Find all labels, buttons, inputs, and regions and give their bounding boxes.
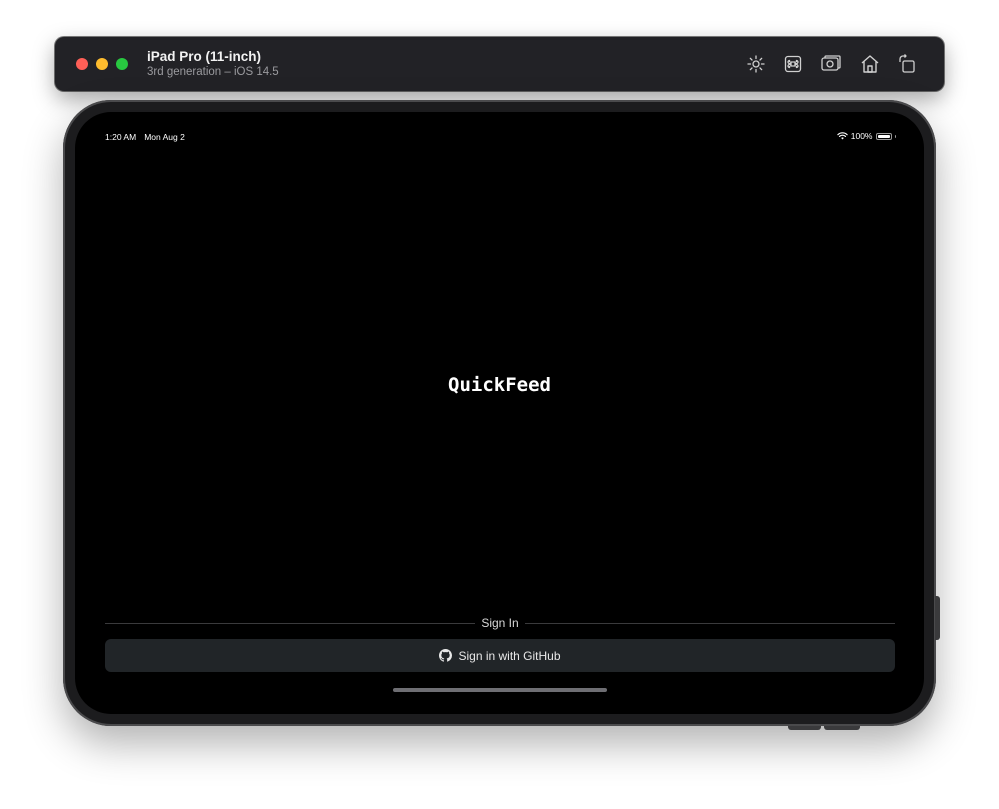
device-screen: 1:20 AM Mon Aug 2 100% QuickFeed Sign In … <box>75 112 924 714</box>
status-date: Mon Aug 2 <box>144 132 185 142</box>
wifi-icon <box>837 132 848 140</box>
app-title: QuickFeed <box>448 374 551 396</box>
battery-icon <box>875 132 892 140</box>
close-window-button[interactable] <box>76 58 88 70</box>
sign-in-button-label: Sign in with GitHub <box>458 648 561 663</box>
status-time: 1:20 AM <box>105 132 137 142</box>
github-icon <box>439 649 453 662</box>
sign-in-with-github-button[interactable]: Sign in with GitHub <box>105 639 895 672</box>
window-title: iPad Pro (11-inch) <box>147 49 262 64</box>
screenshot-icon[interactable] <box>819 52 843 76</box>
window-subtitle: 3rd generation – iOS 14.5 <box>147 66 279 78</box>
volume-down-button[interactable] <box>824 726 860 730</box>
volume-up-button[interactable] <box>788 726 821 730</box>
battery-percentage: 100% <box>850 131 873 141</box>
simulator-title-bar: iPad Pro (11-inch) 3rd generation – iOS … <box>55 37 944 91</box>
zoom-window-button[interactable] <box>116 58 128 70</box>
home-indicator[interactable] <box>393 688 607 692</box>
home-icon[interactable] <box>858 52 882 76</box>
rotate-icon[interactable] <box>895 52 919 76</box>
status-bar-left: 1:20 AM Mon Aug 2 <box>105 132 193 142</box>
status-bar-right: 100% <box>837 131 896 141</box>
brightness-icon[interactable] <box>744 52 768 76</box>
command-icon[interactable] <box>781 52 805 76</box>
side-button[interactable] <box>935 596 940 640</box>
minimize-window-button[interactable] <box>96 58 108 70</box>
signin-divider: Sign In <box>105 615 896 631</box>
signin-section-label: Sign In <box>481 616 519 630</box>
